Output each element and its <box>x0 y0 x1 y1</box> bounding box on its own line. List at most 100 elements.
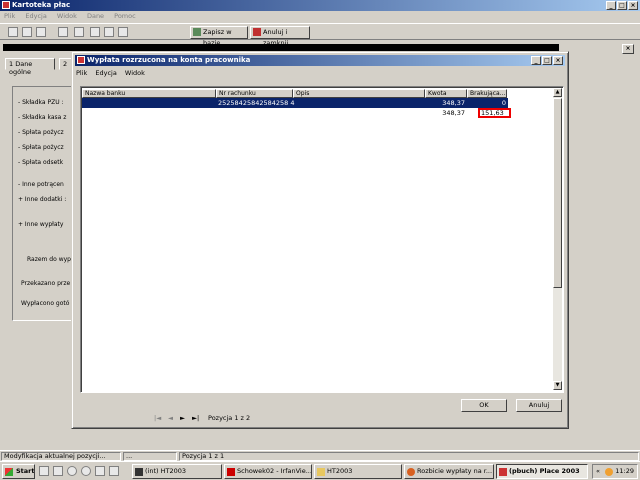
firefox-icon <box>407 468 415 476</box>
main-toolbar: Zapisz w bazie Anuluj i zamknij <box>0 23 640 47</box>
task-ht2003-folder[interactable]: HT2003 <box>314 464 402 479</box>
status-message: Modyfikacja aktualnej pozycji... <box>1 452 121 461</box>
split-payment-dialog: Wypłata rozrzucona na konta pracownika _… <box>71 51 569 429</box>
payroll-app-icon <box>499 468 507 476</box>
maximize-button[interactable]: □ <box>617 1 627 10</box>
cancel-icon <box>253 28 261 36</box>
dialog-maximize-button[interactable]: □ <box>542 56 552 65</box>
start-button[interactable]: Start <box>2 464 35 479</box>
quicklaunch-app-icon[interactable] <box>109 466 119 476</box>
menu-plik[interactable]: Plik <box>4 12 15 20</box>
dialog-menu-widok[interactable]: Widok <box>125 69 145 77</box>
item-skladka-kasa: - Składka kasa z <box>18 114 67 121</box>
dialog-menubar: Plik Edycja Widok <box>76 69 151 77</box>
task-rozbicie-wyplaty[interactable]: Rozbicie wypłaty na r... <box>404 464 494 479</box>
cell-amount: 348,37 <box>442 99 465 107</box>
menu-edycja[interactable]: Edycja <box>25 12 46 20</box>
red-highlight-box <box>478 108 511 118</box>
menu-widok[interactable]: Widok <box>57 12 77 20</box>
tray-sun-icon[interactable] <box>605 468 613 476</box>
item-splata-pozycz-2: - Spłata pożycz <box>18 144 64 151</box>
ht-icon <box>135 468 143 476</box>
scroll-thumb[interactable] <box>553 98 562 288</box>
col-header-account[interactable]: Nr rachunku <box>216 89 293 98</box>
refresh-icon[interactable] <box>8 27 18 37</box>
app-icon <box>2 1 10 9</box>
ok-button[interactable]: OK <box>461 399 507 412</box>
dialog-menu-edycja[interactable]: Edycja <box>95 69 116 77</box>
copy-icon[interactable] <box>58 27 68 37</box>
dialog-minimize-button[interactable]: _ <box>531 56 541 65</box>
save-to-db-button[interactable]: Zapisz w bazie <box>190 26 248 47</box>
print-icon[interactable] <box>36 27 46 37</box>
nav-first-button[interactable]: |◄ <box>154 414 161 422</box>
folder-icon <box>317 468 325 476</box>
dialog-title: Wypłata rozrzucona na konta pracownika <box>87 56 251 64</box>
cut-icon[interactable] <box>90 27 100 37</box>
tray-expand-icon[interactable]: « <box>596 465 600 478</box>
item-inne-potracenia: - Inne potrącen <box>18 181 64 188</box>
quicklaunch-chrome-icon[interactable] <box>81 466 91 476</box>
main-menubar: Plik Edycja Widok Dane Pomoc <box>0 12 640 22</box>
clipboard-icon[interactable] <box>104 27 114 37</box>
task-label: Schowek02 - IrfanVie... <box>237 467 312 475</box>
main-statusbar: Modyfikacja aktualnej pozycji... ... Poz… <box>0 450 640 461</box>
paste-icon[interactable] <box>74 27 84 37</box>
clock[interactable]: 11:29 <box>615 467 634 475</box>
task-int-ht2003[interactable]: (int) HT2003 <box>132 464 222 479</box>
table-row[interactable]: 25258425842584258 4 348,37 0 <box>82 98 508 108</box>
employee-header-bar <box>3 44 559 51</box>
quicklaunch-desktop-icon[interactable] <box>39 466 49 476</box>
nav-position-label: Pozycja 1 z 2 <box>208 414 251 422</box>
item-przekazano: Przekazano prze <box>21 280 71 287</box>
main-window-title: Kartoteka płac <box>12 1 71 9</box>
table-row[interactable]: 348,37 151,63 <box>82 108 508 118</box>
dialog-menu-plik[interactable]: Plik <box>76 69 87 77</box>
menu-dane[interactable]: Dane <box>87 12 104 20</box>
system-tray: « 11:29 <box>592 464 638 479</box>
main-titlebar: Kartoteka płac _ □ × <box>0 0 640 11</box>
cell-missing: 0 <box>501 99 506 107</box>
scroll-down-button[interactable]: ▼ <box>553 381 562 390</box>
dialog-navigator: |◄ ◄ ► ►| Pozycja 1 z 2 <box>76 414 566 424</box>
task-label: (pbuch) Place 2003 <box>509 467 580 475</box>
item-inne-dodatki: + Inne dodatki : <box>18 196 67 203</box>
quicklaunch-media-icon[interactable] <box>95 466 105 476</box>
background-window-close[interactable]: × <box>622 44 634 54</box>
close-button[interactable]: × <box>628 1 638 10</box>
col-header-missing[interactable]: Brakująca... <box>467 89 507 98</box>
cancel-close-button[interactable]: Anuluj i zamknij <box>250 26 310 47</box>
dialog-close-button[interactable]: × <box>553 56 563 65</box>
minimize-button[interactable]: _ <box>606 1 616 10</box>
task-label: (int) HT2003 <box>145 467 187 475</box>
disk-icon[interactable] <box>22 27 32 37</box>
nav-prev-button[interactable]: ◄ <box>168 414 173 422</box>
scroll-up-button[interactable]: ▲ <box>553 88 562 97</box>
grid-vertical-scrollbar[interactable]: ▲ ▼ <box>553 88 562 390</box>
nav-next-button[interactable]: ► <box>180 414 185 422</box>
col-header-bank[interactable]: Nazwa banku <box>82 89 216 98</box>
quicklaunch-explorer-icon[interactable] <box>53 466 63 476</box>
menu-pomoc[interactable]: Pomoc <box>114 12 136 20</box>
col-header-amount[interactable]: Kwota <box>425 89 467 98</box>
undo-icon[interactable] <box>118 27 128 37</box>
dialog-titlebar: Wypłata rozrzucona na konta pracownika _… <box>75 55 565 66</box>
save-icon <box>193 28 201 36</box>
item-inne-wyplaty: + Inne wypłaty <box>18 221 64 228</box>
cell-account: 25258425842584258 4 <box>218 99 295 107</box>
start-label: Start <box>16 467 35 475</box>
irfanview-icon <box>227 468 235 476</box>
dialog-app-icon <box>77 56 85 64</box>
task-place-2003[interactable]: (pbuch) Place 2003 <box>496 464 588 479</box>
quicklaunch-browser-icon[interactable] <box>67 466 77 476</box>
cancel-button[interactable]: Anuluj <box>516 399 562 412</box>
task-label: HT2003 <box>327 467 353 475</box>
task-irfanview[interactable]: Schowek02 - IrfanVie... <box>224 464 312 479</box>
status-position: Pozycja 1 z 1 <box>179 452 639 461</box>
col-header-description[interactable]: Opis <box>293 89 425 98</box>
accounts-grid[interactable]: Nazwa banku Nr rachunku Opis Kwota Braku… <box>80 86 564 393</box>
windows-taskbar: Start (int) HT2003 Schowek02 - IrfanVie.… <box>0 461 640 480</box>
item-skladka-pzu: - Składka PZU : <box>18 99 64 106</box>
nav-last-button[interactable]: ►| <box>192 414 199 422</box>
tab-dane-ogolne[interactable]: 1 Dane ogólne <box>5 58 55 76</box>
